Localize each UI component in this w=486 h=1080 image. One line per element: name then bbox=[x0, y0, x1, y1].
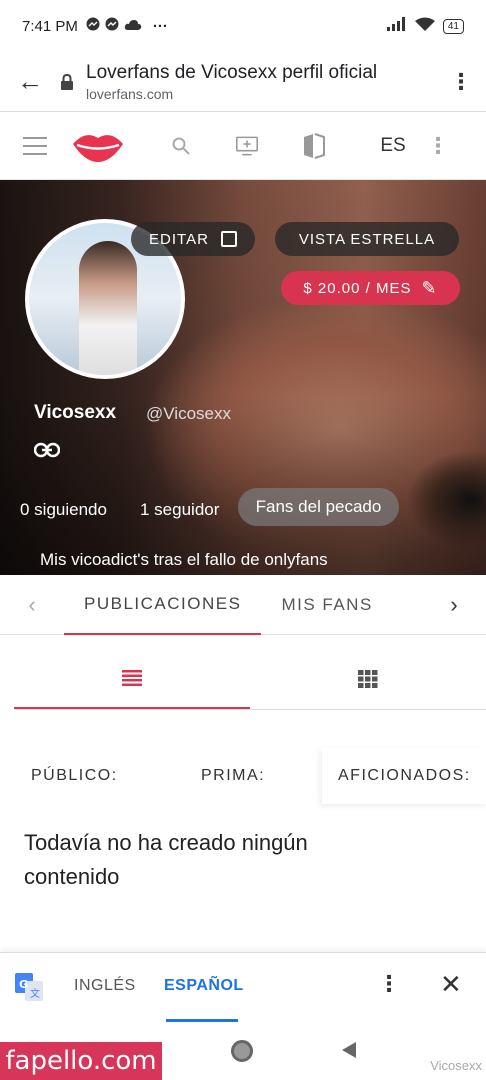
svg-text:G: G bbox=[19, 978, 28, 991]
google-translate-icon[interactable]: G文 bbox=[15, 973, 43, 1001]
status-bar: 7:41 PM ··· 41 bbox=[0, 0, 486, 52]
hamburger-menu-icon[interactable] bbox=[0, 136, 70, 155]
lips-logo-icon[interactable] bbox=[70, 128, 126, 164]
fans-badge[interactable]: Fans del pecado bbox=[238, 488, 399, 526]
list-view-icon[interactable] bbox=[14, 648, 250, 709]
filter-premium[interactable]: PRIMA: bbox=[201, 767, 265, 785]
add-screen-icon[interactable] bbox=[236, 134, 258, 158]
filter-row: PÚBLICO: PRIMA: AFICIONADOS: bbox=[0, 748, 486, 804]
tab-publications[interactable]: PUBLICACIONES bbox=[64, 575, 262, 635]
filter-fans[interactable]: AFICIONADOS: bbox=[322, 748, 486, 804]
empty-content-message: Todavía no ha creado ningún contenido bbox=[24, 830, 308, 889]
watermark-brand: fapello.com bbox=[0, 1042, 162, 1080]
user-name: Vicosexx bbox=[34, 402, 117, 423]
search-icon[interactable] bbox=[126, 137, 236, 155]
chevron-right-icon[interactable]: › bbox=[422, 592, 486, 618]
language-selector[interactable]: ES bbox=[370, 135, 416, 157]
compare-icon[interactable] bbox=[258, 132, 370, 160]
following-count[interactable]: 0 siguiendo bbox=[20, 500, 107, 520]
filter-public[interactable]: PÚBLICO: bbox=[31, 767, 118, 785]
watermark-user: Vicosexx bbox=[430, 1058, 482, 1073]
profile-tabs: ‹ PUBLICACIONES MIS FANS › bbox=[0, 575, 486, 635]
more-options-icon[interactable]: ⋮ bbox=[416, 133, 460, 159]
app-toolbar: ES ⋮ bbox=[0, 112, 486, 180]
view-toggle bbox=[14, 648, 486, 710]
messenger-icon bbox=[86, 17, 100, 35]
user-handle: @Vicosexx bbox=[146, 404, 231, 423]
close-icon[interactable]: ✕ bbox=[440, 969, 462, 1000]
link-icon[interactable] bbox=[33, 438, 61, 464]
avatar-figure bbox=[79, 241, 137, 375]
followers-count[interactable]: 1 seguidor bbox=[140, 500, 219, 520]
image-edit-icon bbox=[220, 231, 237, 247]
tab-my-fans[interactable]: MIS FANS bbox=[281, 575, 372, 635]
page-title: Loverfans de Vicosexx perfil oficial bbox=[86, 61, 378, 83]
edit-label: EDITAR bbox=[149, 230, 209, 248]
chevron-left-icon[interactable]: ‹ bbox=[0, 592, 64, 618]
cloud-icon bbox=[124, 18, 142, 35]
translate-option-spanish[interactable]: ESPAÑOL bbox=[164, 977, 244, 995]
browser-menu-icon[interactable]: ⋮ bbox=[436, 69, 486, 95]
edit-button[interactable]: EDITAR bbox=[131, 222, 255, 256]
url-text: loverfans.com bbox=[86, 85, 174, 102]
home-icon[interactable] bbox=[231, 1040, 253, 1062]
url-block[interactable]: Loverfans de Vicosexx perfil oficial lov… bbox=[86, 62, 436, 102]
back-triangle-icon[interactable] bbox=[342, 1042, 356, 1058]
status-dots: ··· bbox=[152, 17, 168, 35]
grid-view-icon[interactable] bbox=[250, 648, 486, 709]
svg-text:文: 文 bbox=[30, 987, 40, 1000]
price-label: $ 20.00 / MES bbox=[303, 279, 412, 297]
battery-icon: 41 bbox=[442, 18, 464, 34]
pencil-icon: ✎ bbox=[421, 277, 438, 298]
wifi-icon bbox=[414, 17, 435, 35]
price-button[interactable]: $ 20.00 / MES ✎ bbox=[281, 271, 460, 305]
profile-bio: Mis vicoadict's tras el fallo de onlyfan… bbox=[40, 550, 328, 569]
signal-icon bbox=[386, 17, 407, 35]
back-arrow-icon[interactable]: ← bbox=[0, 66, 60, 97]
browser-address-bar: ← Loverfans de Vicosexx perfil oficial l… bbox=[0, 52, 486, 112]
star-view-button[interactable]: VISTA ESTRELLA bbox=[275, 222, 459, 256]
translate-menu-icon[interactable]: ⋮ bbox=[378, 971, 400, 997]
lock-icon[interactable] bbox=[60, 73, 74, 90]
translate-option-english[interactable]: INGLÉS bbox=[74, 977, 136, 995]
status-time: 7:41 PM bbox=[22, 17, 78, 35]
profile-hero: EDITAR VISTA ESTRELLA $ 20.00 / MES ✎ Vi… bbox=[0, 180, 486, 575]
translate-bar: G文 INGLÉS ESPAÑOL ⋮ ✕ bbox=[0, 952, 486, 1022]
messenger-icon bbox=[105, 17, 119, 35]
